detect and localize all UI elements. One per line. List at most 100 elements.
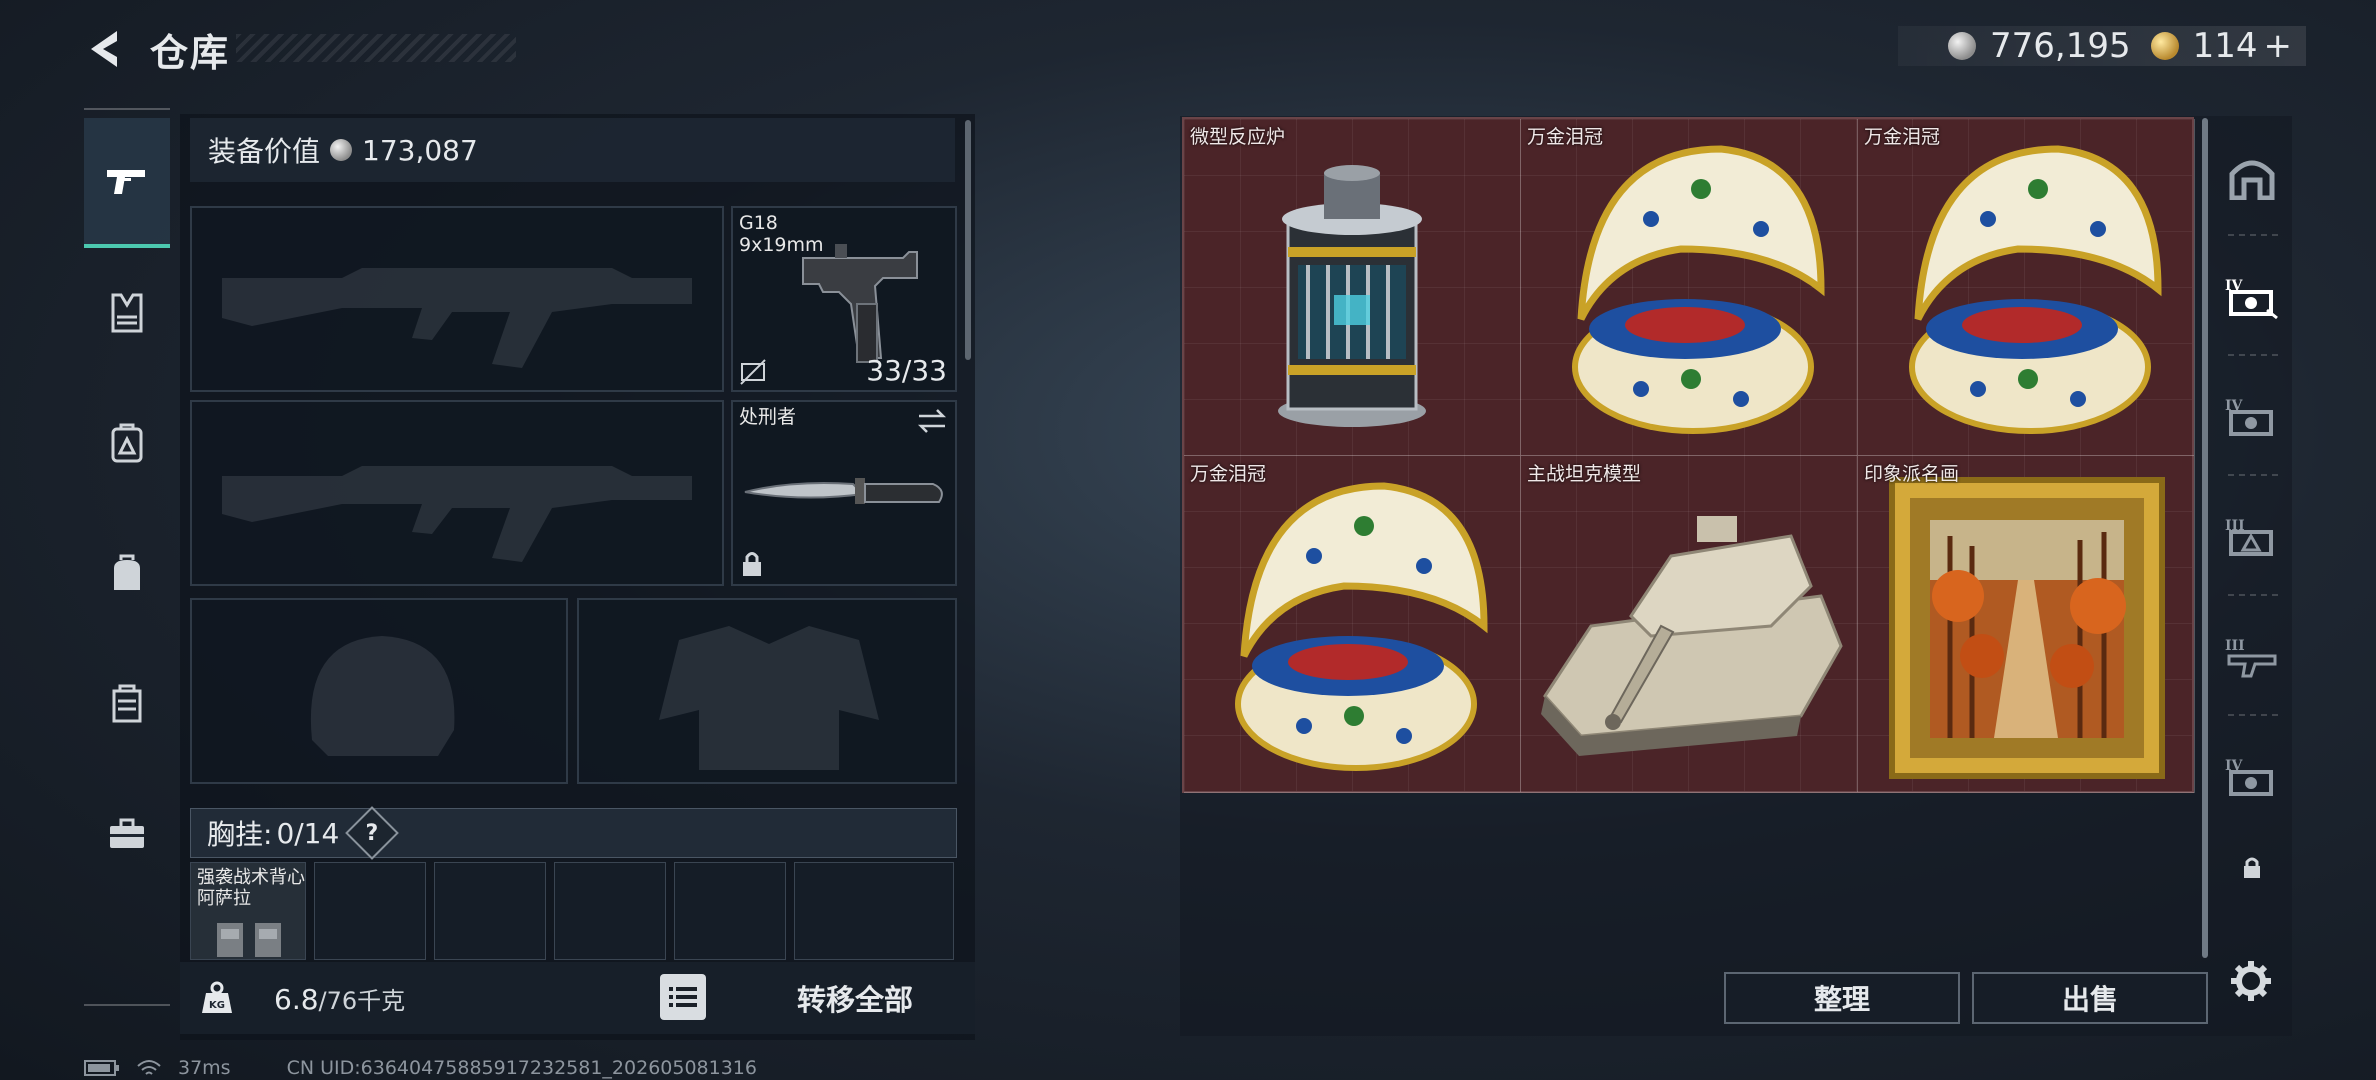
gold-coin-icon — [2150, 32, 2179, 60]
framed-painting-icon — [1889, 477, 2165, 779]
weight-max: /76千克 — [318, 986, 406, 1015]
help-button[interactable]: ? — [345, 806, 400, 860]
list-icon — [669, 987, 697, 1007]
item-name: 印象派名画 — [1864, 463, 1960, 485]
pistol-icon — [107, 170, 145, 194]
tier-3-stash-icon: III — [2225, 518, 2273, 556]
settings-button[interactable] — [2226, 956, 2276, 1006]
backpack-icon — [114, 554, 140, 590]
jeweled-egg-icon — [1235, 482, 1488, 771]
body-armor-slot[interactable] — [577, 598, 957, 784]
lock-icon — [2244, 857, 2260, 878]
silver-coin-icon — [1947, 32, 1976, 60]
stash-tab-3[interactable]: III — [2212, 478, 2292, 598]
battery-icon — [84, 1060, 119, 1076]
stash-tab-home[interactable] — [2212, 118, 2292, 238]
item-name: 主战坦克模型 — [1527, 463, 1642, 485]
rig-empty-slot[interactable] — [554, 862, 666, 960]
stash-tab-4[interactable]: III — [2212, 598, 2292, 718]
primary-weapon-slot-1[interactable] — [190, 206, 724, 392]
rig-empty-slot[interactable] — [314, 862, 426, 960]
pistol-ammo-count: 33/33 — [866, 354, 947, 387]
silver-currency-value: 776,195 — [1989, 26, 2131, 66]
add-currency-button[interactable]: + — [2264, 26, 2293, 66]
currency-bar: 776,195 114 + — [1897, 26, 2306, 66]
melee-slot[interactable]: 处刑者 — [731, 400, 957, 586]
equipment-value-header: 装备价值 173,087 — [190, 118, 955, 182]
weight-current: 6.8 — [274, 982, 319, 1016]
stash-tab-locked[interactable] — [2212, 838, 2292, 898]
tier-4-stash-icon: IV — [2225, 398, 2273, 436]
weight-kg-icon: KG — [180, 962, 254, 1034]
tank-model-icon — [1541, 516, 1843, 756]
equipment-value: 173,087 — [362, 133, 478, 167]
gold-currency-value: 114 — [2192, 26, 2258, 66]
rifle-silhouette-icon — [222, 268, 692, 368]
user-uid: CN UID:6364047588591723258​1_20260508131… — [286, 1057, 757, 1079]
sort-button[interactable]: 整理 — [1724, 972, 1960, 1024]
svg-text:KG: KG — [209, 1000, 225, 1011]
vest-silhouette-icon — [659, 626, 879, 770]
chest-rig-count: 0/14 — [276, 816, 340, 850]
status-bar: 37ms CN UID:6364047588591723258​1_202605… — [84, 1056, 757, 1080]
pistol-slot[interactable]: G18 9x19mm 33/33 — [731, 206, 957, 392]
category-tab-container[interactable] — [84, 638, 170, 768]
pistol-name: G18 — [739, 212, 778, 234]
transfer-all-button[interactable]: 转移全部 — [740, 962, 970, 1034]
armor-vest-icon — [111, 293, 143, 333]
chest-rig-label: 胸挂: — [207, 818, 273, 851]
equipment-value-label: 装备价值 — [208, 135, 321, 168]
micro-reactor-icon — [1278, 165, 1426, 427]
storage-item-jeweled-egg[interactable]: 万金泪冠 — [1521, 119, 1858, 456]
rig-empty-slot[interactable] — [794, 862, 954, 960]
storage-item-painting[interactable]: 印象派名画 — [1858, 456, 2195, 793]
lock-icon — [743, 552, 761, 576]
storage-item-micro-reactor[interactable]: 微型反应炉 — [1184, 119, 1521, 456]
helmet-slot[interactable] — [190, 598, 568, 784]
loadout-pack-icon — [111, 423, 143, 463]
storage-item-jeweled-egg[interactable]: 万金泪冠 — [1184, 456, 1521, 793]
left-category-bar — [84, 108, 170, 1008]
wifi-icon — [137, 1060, 161, 1075]
jeweled-egg-icon — [1909, 145, 2162, 434]
toolbox-icon — [110, 818, 144, 848]
category-tab-tools[interactable] — [84, 768, 170, 898]
tier-4-stash-icon: IV — [2225, 758, 2273, 796]
weight-bar: KG 6.8/76千克 转移全部 — [180, 962, 975, 1034]
equipment-scrollbar[interactable] — [965, 120, 971, 360]
page-title: 仓库 — [150, 31, 231, 75]
right-category-bar: IV IV III III IV — [2212, 118, 2292, 1038]
title-decoration — [236, 34, 516, 62]
tier-3-stash-icon: III — [2225, 638, 2277, 678]
swap-icon[interactable] — [917, 408, 947, 434]
stash-tab-1[interactable]: IV — [2212, 238, 2292, 358]
gear-icon — [2231, 961, 2271, 1001]
melee-name: 处刑者 — [739, 406, 797, 428]
item-name: 万金泪冠 — [1527, 126, 1604, 148]
storage-scrollbar[interactable] — [2202, 118, 2208, 958]
item-name: 微型反应炉 — [1190, 126, 1286, 148]
back-button[interactable] — [80, 24, 130, 74]
storage-item-tank-model[interactable]: 主战坦克模型 — [1521, 456, 1858, 793]
stash-tab-2[interactable]: IV — [2212, 358, 2292, 478]
list-view-button[interactable] — [660, 974, 706, 1020]
sell-button[interactable]: 出售 — [1972, 972, 2208, 1024]
container-icon — [112, 684, 142, 723]
carry-weight: 6.8/76千克 — [274, 981, 405, 1016]
pistol-caliber: 9x19mm — [739, 234, 824, 256]
stash-tab-5[interactable]: IV — [2212, 718, 2292, 838]
rig-empty-slot[interactable] — [674, 862, 786, 960]
primary-weapon-slot-2[interactable] — [190, 400, 724, 586]
category-tab-armor[interactable] — [84, 248, 170, 378]
rifle-silhouette-icon — [222, 466, 692, 562]
rig-item-name: 强袭战术背心 — [197, 867, 305, 888]
storage-item-jeweled-egg[interactable]: 万金泪冠 — [1858, 119, 2195, 456]
rig-item-slot[interactable]: 强袭战术背心 阿萨拉 — [190, 862, 306, 960]
item-name: 万金泪冠 — [1864, 126, 1941, 148]
tier-4-stash-icon: IV — [2225, 278, 2278, 320]
item-name: 万金泪冠 — [1190, 463, 1267, 485]
category-tab-weapons[interactable] — [84, 118, 170, 248]
category-tab-backpack[interactable] — [84, 508, 170, 638]
category-tab-loadout[interactable] — [84, 378, 170, 508]
rig-empty-slot[interactable] — [434, 862, 546, 960]
